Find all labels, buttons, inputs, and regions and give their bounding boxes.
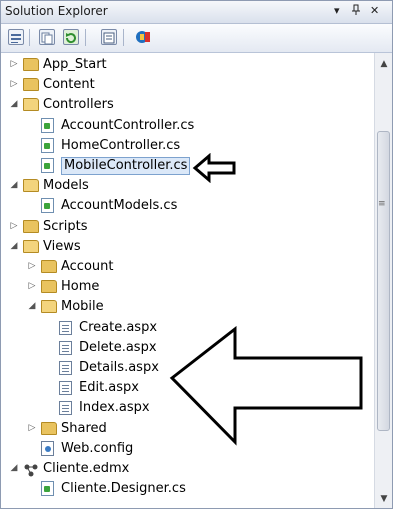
- toolbar: [1, 24, 392, 53]
- view-code-icon[interactable]: [101, 29, 117, 45]
- folder-icon: [23, 58, 39, 71]
- folder-icon: [41, 280, 57, 294]
- cs-file-icon: [41, 481, 54, 497]
- tree-item-label: App_Start: [43, 57, 107, 72]
- scrollbar-thumb[interactable]: [377, 131, 390, 431]
- toolbar-separator: [85, 29, 86, 46]
- tree-item[interactable]: ▷ Home: [1, 277, 374, 297]
- tree-item-label: Cliente.edmx: [43, 461, 130, 476]
- tree-item[interactable]: ▷ Account: [1, 257, 374, 277]
- tree-item[interactable]: ▷ Scripts: [1, 217, 374, 237]
- tree-item-label: Web.config: [61, 440, 134, 456]
- properties-icon[interactable]: [8, 29, 24, 45]
- edmx-file-icon: [23, 462, 39, 477]
- config-file-icon: [41, 440, 54, 456]
- expand-arrow-icon[interactable]: ▷: [27, 423, 37, 433]
- cs-file-icon: [41, 158, 54, 173]
- folder-open-icon: [23, 179, 39, 193]
- expand-arrow-icon[interactable]: ▷: [27, 261, 37, 271]
- window-position-dropdown-icon[interactable]: ▾: [334, 4, 340, 17]
- tree-item[interactable]: ◢ Mobile: [1, 297, 374, 317]
- aspx-file-icon: [59, 340, 72, 355]
- vertical-scrollbar[interactable]: ▲ ≡ ▼: [374, 53, 392, 508]
- collapse-arrow-icon[interactable]: ◢: [27, 301, 37, 311]
- scrollbar-grip-icon: ≡: [378, 199, 386, 209]
- tree-item-label: Controllers: [43, 97, 114, 113]
- cs-file-icon: [41, 198, 54, 214]
- tree-item-label: Views: [43, 238, 81, 254]
- cs-file-icon: [41, 117, 54, 133]
- tree-item[interactable]: HomeController.cs: [1, 136, 374, 156]
- expand-arrow-icon[interactable]: ▷: [9, 79, 19, 89]
- tree-item-label: Edit.aspx: [79, 380, 139, 396]
- collapse-arrow-icon[interactable]: ◢: [9, 180, 19, 190]
- cs-file-icon: [41, 137, 54, 153]
- folder-open-icon: [23, 239, 39, 253]
- aspx-file-icon: [59, 381, 72, 396]
- expand-arrow-icon[interactable]: ▷: [27, 281, 37, 291]
- tree-item-label: Mobile: [61, 299, 104, 315]
- tree-item-label: Home: [61, 279, 100, 295]
- refresh-icon[interactable]: [63, 29, 79, 45]
- annotation-arrow-large: [169, 326, 363, 446]
- tree-item[interactable]: MobileController.cs: [1, 156, 374, 176]
- tree-item[interactable]: ▷ Content: [1, 75, 374, 95]
- collapse-arrow-icon[interactable]: ◢: [9, 463, 19, 473]
- collapse-arrow-icon[interactable]: ◢: [9, 99, 19, 109]
- tree-item[interactable]: ▷ App_Start: [1, 55, 374, 75]
- tree-item-label: Shared: [61, 420, 107, 436]
- aspx-file-icon: [59, 361, 72, 375]
- expand-arrow-icon[interactable]: ▷: [9, 221, 19, 231]
- annotation-arrow-small: [192, 153, 236, 183]
- tree-item-label: Cliente.Designer.cs: [61, 481, 186, 497]
- tree-item[interactable]: AccountModels.cs: [1, 196, 374, 216]
- tree-item[interactable]: ◢ Cliente.edmx: [1, 459, 374, 479]
- tree-item-label: Account: [61, 259, 114, 274]
- folder-icon: [41, 260, 57, 273]
- folder-icon: [23, 78, 39, 92]
- tree-item-label: AccountController.cs: [61, 117, 195, 133]
- tree-item-label: Content: [43, 77, 95, 93]
- expand-arrow-icon[interactable]: ▷: [9, 59, 19, 69]
- tree-item-label: HomeController.cs: [61, 137, 181, 153]
- toolbar-separator: [29, 29, 30, 46]
- title-bar: Solution Explorer ▾ ✕: [1, 1, 392, 24]
- folder-icon: [41, 421, 57, 435]
- show-all-files-icon[interactable]: [39, 29, 55, 45]
- tree-item-label: Create.aspx: [79, 319, 158, 335]
- scroll-up-arrow[interactable]: ▲: [378, 58, 390, 70]
- toolbar-separator: [123, 29, 124, 46]
- collapse-arrow-icon[interactable]: ◢: [9, 241, 19, 251]
- tree-item[interactable]: ◢ Models: [1, 176, 374, 196]
- folder-open-icon: [41, 300, 57, 314]
- selected-item-label: MobileController.cs: [61, 157, 191, 175]
- scroll-down-arrow[interactable]: ▼: [378, 493, 390, 505]
- tree-item[interactable]: Cliente.Designer.cs: [1, 479, 374, 499]
- aspx-file-icon: [59, 320, 72, 335]
- tree-item-label: Scripts: [43, 218, 88, 234]
- tree-item[interactable]: AccountController.cs: [1, 116, 374, 136]
- tree-item[interactable]: ◢ Controllers: [1, 95, 374, 115]
- folder-open-icon: [23, 98, 39, 112]
- auto-hide-pin-icon[interactable]: [351, 4, 361, 19]
- tree-item-label: Index.aspx: [79, 400, 150, 416]
- tree-item-label: Details.aspx: [79, 360, 159, 375]
- class-diagram-icon[interactable]: [135, 29, 151, 45]
- solution-explorer-window: Solution Explorer ▾ ✕ ▷ App_Start ▷ Content…: [0, 0, 393, 509]
- tree-item-label: Delete.aspx: [79, 339, 157, 355]
- tree-item-label: AccountModels.cs: [61, 198, 178, 214]
- window-title: Solution Explorer: [5, 4, 108, 18]
- folder-icon: [23, 219, 39, 233]
- close-icon[interactable]: ✕: [370, 4, 379, 17]
- solution-tree: ▷ App_Start ▷ Content ◢ Controllers AccountCon…: [1, 53, 374, 508]
- aspx-file-icon: [59, 401, 72, 416]
- tree-item[interactable]: ◢ Views: [1, 237, 374, 257]
- tree-item-label: Models: [43, 178, 89, 194]
